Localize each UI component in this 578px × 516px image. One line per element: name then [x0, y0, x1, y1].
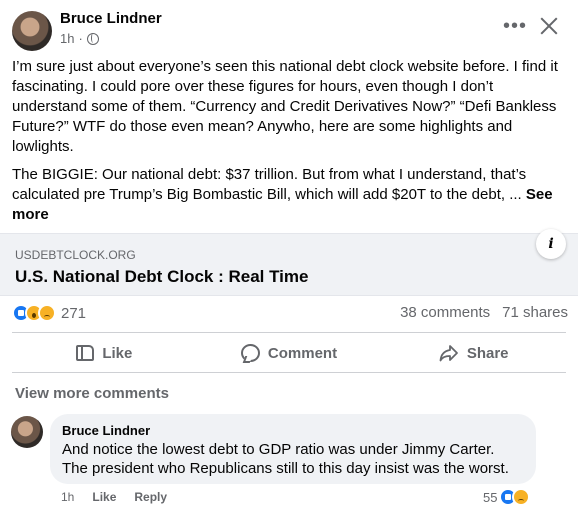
comment-like-button[interactable]: Like	[92, 490, 116, 504]
post-stats: 271 38 comments 71 shares	[12, 304, 568, 326]
comment-icon	[240, 344, 260, 362]
reaction-count: 271	[61, 304, 87, 322]
info-icon[interactable]: i	[536, 229, 566, 259]
post-paragraph-2-text: The BIGGIE: Our national debt: $37 trill…	[12, 166, 527, 203]
action-bar: Like Comment Share	[12, 336, 566, 370]
comment-label: Comment	[267, 344, 338, 362]
comment-sad-icon	[512, 488, 531, 506]
post-paragraph-2: The BIGGIE: Our national debt: $37 trill…	[12, 165, 566, 225]
reactions-summary[interactable]: 271	[12, 304, 86, 322]
comment-avatar[interactable]	[11, 416, 43, 448]
comment-bubble: Bruce Lindner And notice the lowest debt…	[50, 414, 536, 484]
comment-reactions[interactable]: 55	[483, 488, 531, 506]
shares-count[interactable]: 71 shares	[502, 304, 568, 321]
comment-text: And notice the lowest debt to GDP ratio …	[62, 441, 509, 477]
like-label: Like	[102, 344, 133, 362]
thumbs-up-icon	[76, 345, 95, 361]
comment-actions: 1h Like Reply	[61, 490, 167, 504]
meta-separator: ·	[78, 31, 83, 46]
view-more-comments[interactable]: View more comments	[15, 385, 169, 402]
divider-bottom	[12, 372, 566, 373]
comment-time[interactable]: 1h	[61, 490, 74, 504]
share-button[interactable]: Share	[381, 336, 566, 370]
post-time[interactable]: 1h	[60, 31, 74, 46]
sad-icon	[38, 304, 56, 322]
share-icon	[439, 344, 459, 362]
comment-button[interactable]: Comment	[197, 336, 382, 370]
comment-reaction-count: 55	[483, 489, 498, 505]
post-meta: 1h ·	[60, 31, 99, 46]
post-author[interactable]: Bruce Lindner	[60, 10, 162, 27]
like-button[interactable]: Like	[12, 336, 197, 370]
post-paragraph-1: I’m sure just about everyone’s seen this…	[12, 58, 558, 155]
post-avatar[interactable]	[12, 11, 52, 51]
link-card[interactable]: USDEBTCLOCK.ORG U.S. National Debt Clock…	[0, 229, 578, 296]
share-label: Share	[466, 344, 509, 362]
comment-reply-button[interactable]: Reply	[134, 490, 167, 504]
comment-author[interactable]: Bruce Lindner	[62, 422, 524, 439]
counts-right: 38 comments 71 shares	[400, 304, 568, 321]
link-title[interactable]: U.S. National Debt Clock : Real Time	[15, 267, 308, 287]
close-icon[interactable]	[538, 15, 560, 37]
post-text: I’m sure just about everyone’s seen this…	[12, 57, 566, 233]
comments-count[interactable]: 38 comments	[400, 304, 490, 321]
link-domain: USDEBTCLOCK.ORG	[15, 248, 136, 262]
globe-icon[interactable]	[86, 32, 99, 45]
more-dots-icon[interactable]: •••	[503, 16, 527, 36]
divider-top	[12, 332, 566, 333]
